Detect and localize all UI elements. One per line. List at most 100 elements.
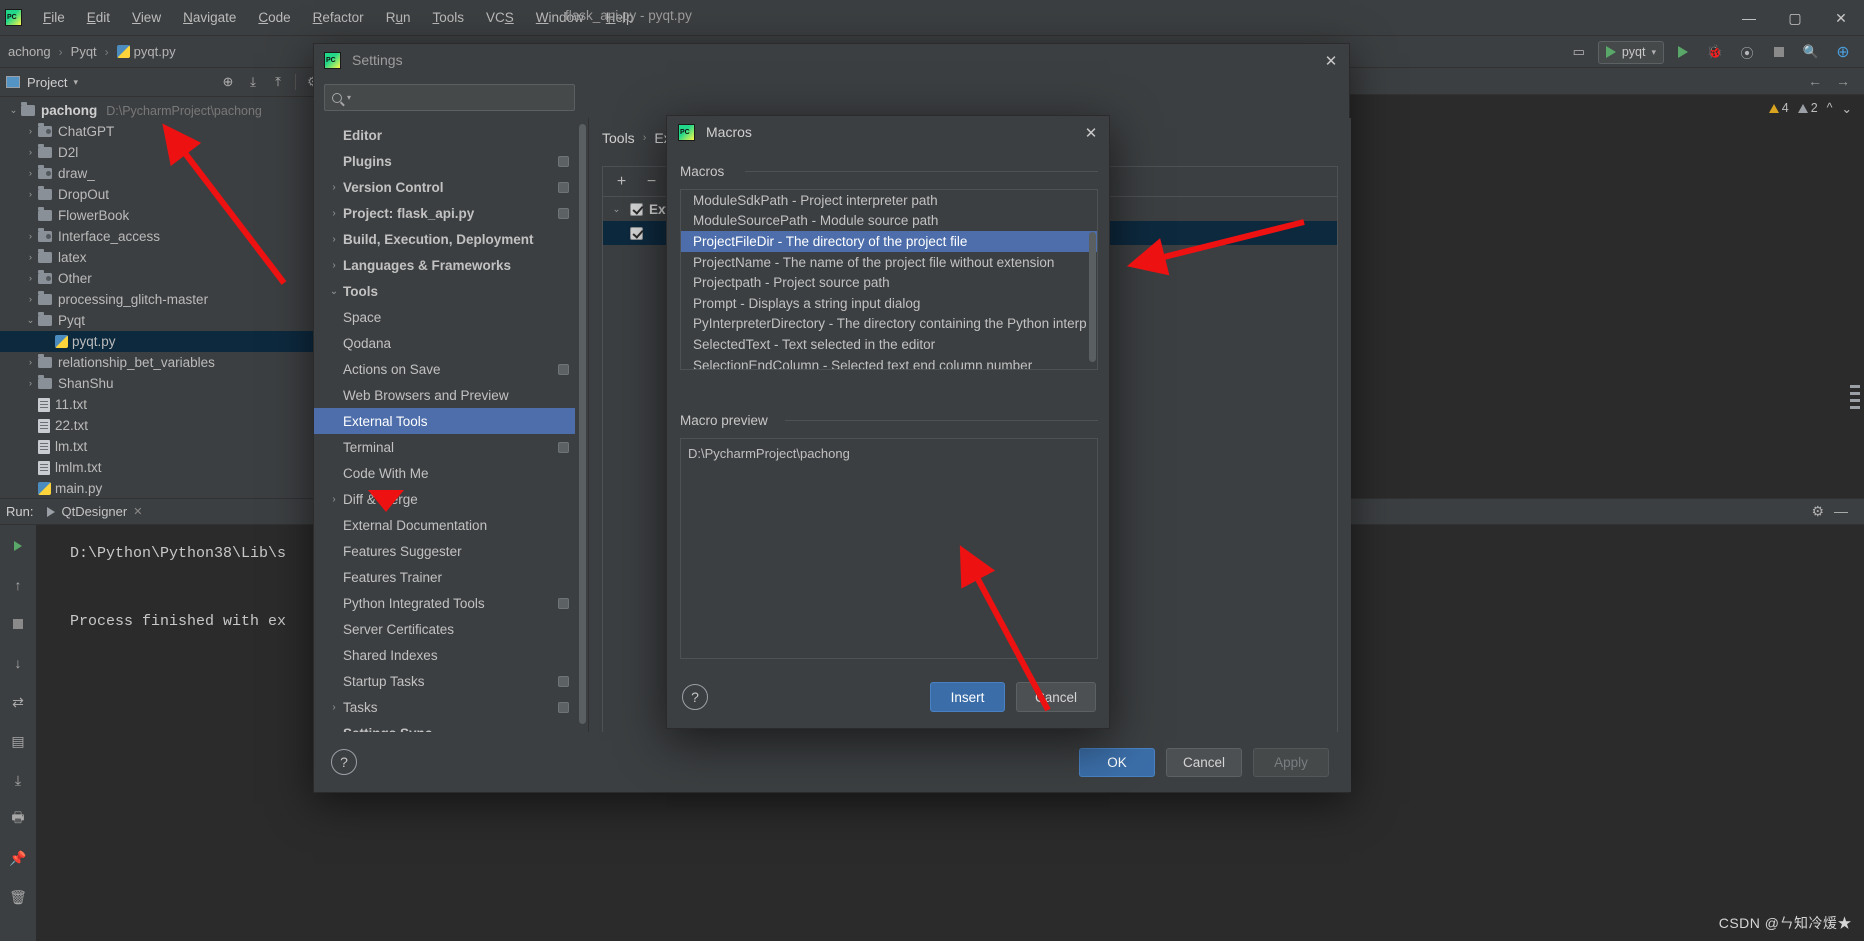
- settings-nav-item-plugins[interactable]: Plugins: [314, 148, 575, 174]
- project-tree[interactable]: ⌄pachongD:\PycharmProject\pachong›ChatGP…: [0, 97, 330, 497]
- apply-button[interactable]: Apply: [1253, 748, 1329, 777]
- settings-nav-item-shared-indexes[interactable]: Shared Indexes: [314, 642, 575, 668]
- run-button[interactable]: [1670, 40, 1696, 64]
- menu-item-view[interactable]: View: [121, 6, 172, 30]
- chevron-right-icon[interactable]: ›: [325, 234, 343, 245]
- macros-list-scrollbar[interactable]: [1089, 232, 1096, 362]
- settings-nav-item-tasks[interactable]: ›Tasks: [314, 694, 575, 720]
- help-icon[interactable]: ?: [331, 749, 357, 775]
- project-tree-row[interactable]: ›Other: [0, 268, 330, 289]
- settings-nav-item-external-documentation[interactable]: External Documentation: [314, 512, 575, 538]
- macro-list-item[interactable]: PyInterpreterDirectory - The directory c…: [681, 314, 1097, 335]
- project-tree-row[interactable]: ›relationship_bet_variables: [0, 352, 330, 373]
- chevron-down-icon[interactable]: ⌄: [325, 286, 343, 297]
- project-tree-row[interactable]: pyqt.py: [0, 331, 330, 352]
- menu-item-code[interactable]: Code: [247, 6, 301, 30]
- project-tree-row[interactable]: FlowerBook: [0, 205, 330, 226]
- breadcrumb-root[interactable]: Tools: [602, 130, 635, 146]
- settings-nav-item-qodana[interactable]: Qodana: [314, 330, 575, 356]
- settings-nav-item-space[interactable]: Space: [314, 304, 575, 330]
- warning-count[interactable]: 4: [1769, 101, 1789, 115]
- project-tree-row[interactable]: lm.txt: [0, 436, 330, 457]
- run-configuration-selector[interactable]: pyqt ▾: [1598, 41, 1664, 64]
- chevron-right-icon[interactable]: ›: [23, 147, 38, 158]
- project-tree-row[interactable]: lmlm.txt: [0, 457, 330, 478]
- coverage-button[interactable]: ⦿: [1734, 40, 1760, 64]
- macros-list[interactable]: ModuleSdkPath - Project interpreter path…: [680, 189, 1098, 370]
- macro-list-item[interactable]: ModuleSdkPath - Project interpreter path: [681, 190, 1097, 211]
- settings-nav-item-startup-tasks[interactable]: Startup Tasks: [314, 668, 575, 694]
- macros-close-button[interactable]: ✕: [1077, 120, 1105, 146]
- chevron-right-icon[interactable]: ›: [325, 494, 343, 505]
- chevron-right-icon[interactable]: ›: [325, 702, 343, 713]
- project-tree-row[interactable]: ›Interface_access: [0, 226, 330, 247]
- project-tree-row[interactable]: ›latex: [0, 247, 330, 268]
- cancel-button[interactable]: Cancel: [1016, 682, 1096, 712]
- scroll-to-end-icon[interactable]: ⤓: [7, 769, 29, 791]
- project-tree-row[interactable]: ›processing_glitch-master: [0, 289, 330, 310]
- settings-nav-item-version-control[interactable]: ›Version Control: [314, 174, 575, 200]
- settings-nav-item-terminal[interactable]: Terminal: [314, 434, 575, 460]
- settings-nav-item-diff-merge[interactable]: ›Diff & Merge: [314, 486, 575, 512]
- breadcrumb-item-2[interactable]: pyqt.py: [113, 43, 180, 60]
- project-tree-row[interactable]: ⌄pachongD:\PycharmProject\pachong: [0, 100, 330, 121]
- chevron-down-icon[interactable]: ▾: [73, 77, 78, 88]
- settings-nav-item-web-browsers-and-preview[interactable]: Web Browsers and Preview: [314, 382, 575, 408]
- chevron-down-icon[interactable]: ⌄: [6, 105, 21, 116]
- close-button[interactable]: ✕: [1818, 0, 1864, 36]
- settings-close-button[interactable]: ✕: [1317, 48, 1345, 74]
- insert-button[interactable]: Insert: [930, 682, 1005, 712]
- project-tree-row[interactable]: ›ChatGPT: [0, 121, 330, 142]
- search-input[interactable]: [356, 90, 567, 105]
- settings-nav-item-project-flask-api-py[interactable]: ›Project: flask_api.py: [314, 200, 575, 226]
- menu-item-file[interactable]: File: [32, 6, 76, 30]
- maximize-button[interactable]: ▢: [1772, 0, 1818, 36]
- stop-button[interactable]: [1766, 40, 1792, 64]
- macro-list-item[interactable]: ModuleSourcePath - Module source path: [681, 211, 1097, 232]
- project-tree-row[interactable]: main.py: [0, 478, 330, 497]
- debug-button[interactable]: 🐞: [1702, 40, 1728, 64]
- updates-icon[interactable]: ⊕: [1830, 40, 1856, 64]
- settings-search-field[interactable]: ▾: [324, 84, 575, 111]
- menu-item-edit[interactable]: Edit: [76, 6, 121, 30]
- chevron-right-icon[interactable]: ›: [325, 182, 343, 193]
- macro-list-item[interactable]: Prompt - Displays a string input dialog: [681, 293, 1097, 314]
- settings-nav-scrollbar[interactable]: [579, 124, 586, 761]
- chevron-right-icon[interactable]: ›: [23, 357, 38, 368]
- breadcrumb-item-1[interactable]: Pyqt: [67, 43, 101, 60]
- project-tree-row[interactable]: 22.txt: [0, 415, 330, 436]
- settings-nav-item-languages-frameworks[interactable]: ›Languages & Frameworks: [314, 252, 575, 278]
- tool-checkbox[interactable]: [630, 227, 643, 240]
- minimize-icon[interactable]: —: [1834, 503, 1848, 520]
- project-tree-row[interactable]: 11.txt: [0, 394, 330, 415]
- pin-icon[interactable]: 📌: [7, 847, 29, 869]
- settings-nav-item-server-certificates[interactable]: Server Certificates: [314, 616, 575, 642]
- menu-item-tools[interactable]: Tools: [421, 6, 475, 30]
- chevron-down-icon[interactable]: ⌄: [23, 315, 38, 326]
- scroll-up-icon[interactable]: ↑: [7, 574, 29, 596]
- cancel-button[interactable]: Cancel: [1166, 748, 1242, 777]
- chevron-right-icon[interactable]: ›: [23, 168, 38, 179]
- settings-nav-item-python-integrated-tools[interactable]: Python Integrated Tools: [314, 590, 575, 616]
- gear-icon[interactable]: ⚙: [1811, 503, 1824, 520]
- stop-icon[interactable]: [7, 613, 29, 635]
- nav-back-icon[interactable]: ←: [1808, 73, 1822, 89]
- expand-all-icon[interactable]: ⤓: [242, 71, 264, 93]
- chevron-right-icon[interactable]: ›: [23, 252, 38, 263]
- project-tree-row[interactable]: ›DropOut: [0, 184, 330, 205]
- chevron-right-icon[interactable]: ›: [23, 189, 38, 200]
- weak-warning-count[interactable]: 2: [1798, 101, 1818, 115]
- settings-nav-item-features-suggester[interactable]: Features Suggester: [314, 538, 575, 564]
- project-tree-row[interactable]: ›ShanShu: [0, 373, 330, 394]
- chevron-right-icon[interactable]: ›: [23, 378, 38, 389]
- breadcrumb-item-0[interactable]: achong: [4, 43, 55, 60]
- project-tree-row[interactable]: ›D2l: [0, 142, 330, 163]
- nav-forward-icon[interactable]: →: [1836, 73, 1850, 89]
- ok-button[interactable]: OK: [1079, 748, 1155, 777]
- inspection-up-icon[interactable]: ^: [1827, 101, 1833, 115]
- minimize-button[interactable]: —: [1726, 0, 1772, 36]
- help-icon[interactable]: ?: [682, 684, 708, 710]
- trash-icon[interactable]: 🗑: [7, 886, 29, 908]
- chevron-right-icon[interactable]: ›: [325, 260, 343, 271]
- add-icon[interactable]: +: [608, 170, 635, 194]
